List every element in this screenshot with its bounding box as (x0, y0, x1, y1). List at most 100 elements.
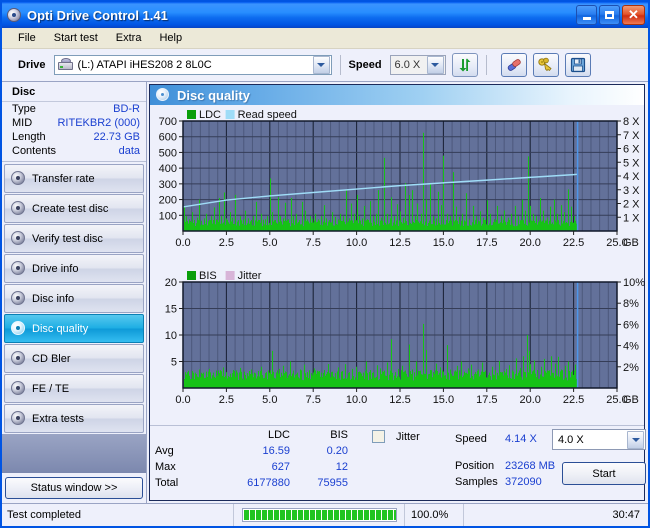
sidebar-item-extra-tests[interactable]: Extra tests (4, 404, 144, 433)
maximize-button[interactable] (599, 5, 620, 25)
app-disc-icon (6, 7, 22, 23)
disc-contents-value: data (118, 145, 140, 157)
sidebar-item-label: Drive info (32, 262, 79, 275)
disc-icon (11, 321, 26, 336)
svg-text:0.0: 0.0 (175, 394, 190, 406)
svg-text:0.0: 0.0 (175, 237, 190, 249)
progress-block (303, 510, 309, 520)
svg-text:10.0: 10.0 (346, 237, 367, 249)
refresh-button[interactable] (451, 53, 478, 77)
disc-icon (156, 88, 170, 102)
stats-avg-ldc: 16.59 (262, 445, 290, 457)
svg-text:GB: GB (623, 237, 639, 249)
svg-text:6 X: 6 X (623, 144, 640, 156)
sidebar-item-fe-te[interactable]: FE / TE (4, 374, 144, 403)
progress-block (381, 510, 387, 520)
status-window-button[interactable]: Status window >> (5, 477, 143, 499)
svg-text:2.5: 2.5 (219, 237, 234, 249)
charts-area: 100 200 300 400 500 600 700 1 X2 X 3 X 4 X 5 X6 X 7… (150, 105, 646, 425)
progress-block (387, 510, 393, 520)
disc-mid-value: RITEKBR2 (000) (57, 117, 140, 129)
speed-select[interactable]: 6.0 X (389, 55, 446, 75)
sidebar-item-cd-bler[interactable]: CD Bler (4, 344, 144, 373)
svg-text:12.5: 12.5 (389, 237, 410, 249)
close-button[interactable]: ✕ (622, 5, 645, 25)
menu-item-extra[interactable]: Extra (108, 30, 150, 46)
svg-text:10%: 10% (623, 277, 645, 289)
svg-text:4 X: 4 X (623, 171, 640, 183)
save-button[interactable] (564, 53, 591, 77)
stats-samples-label: Samples (455, 476, 498, 488)
drive-select[interactable]: (L:) ATAPI iHES208 2 8L0C (53, 55, 332, 75)
disc-icon (11, 231, 26, 246)
menu-item-file[interactable]: File (10, 30, 44, 46)
menu-item-start-test[interactable]: Start test (46, 30, 106, 46)
svg-text:7.5: 7.5 (306, 237, 321, 249)
keys-icon (537, 57, 552, 72)
sidebar-item-drive-info[interactable]: Drive info (4, 254, 144, 283)
speed-label: Speed (348, 59, 382, 71)
title-bar: Opti Drive Control 1.41 ✕ (2, 2, 648, 28)
progress-block (309, 510, 315, 520)
chevron-down-icon[interactable] (627, 430, 644, 449)
elapsed-time: 30:47 (612, 509, 640, 521)
stats-position-label: Position (455, 460, 495, 472)
jitter-label: Jitter (396, 431, 420, 443)
progress-block (243, 510, 249, 520)
svg-text:10: 10 (165, 330, 177, 342)
svg-text:20.0: 20.0 (519, 394, 540, 406)
progress-block (393, 510, 396, 520)
svg-text:4%: 4% (623, 341, 639, 353)
chevron-down-icon[interactable] (312, 56, 330, 74)
sidebar-item-disc-quality[interactable]: Disc quality (4, 314, 144, 343)
window-controls: ✕ (576, 5, 646, 25)
start-button[interactable]: Start (562, 462, 646, 485)
sidebar-item-transfer-rate[interactable]: Transfer rate (4, 164, 144, 193)
svg-text:2.5: 2.5 (219, 394, 234, 406)
svg-text:6%: 6% (623, 319, 639, 331)
jitter-checkbox[interactable] (372, 430, 385, 443)
panel-title: Disc quality (177, 87, 250, 103)
test-speed-value: 4.0 X (558, 433, 584, 446)
test-speed-select[interactable]: 4.0 X (552, 429, 646, 450)
close-icon: ✕ (628, 7, 639, 22)
sidebar-item-disc-info[interactable]: Disc info (4, 284, 144, 313)
chevron-down-icon[interactable] (426, 56, 444, 74)
svg-text:5.0: 5.0 (262, 394, 277, 406)
progress-block (255, 510, 261, 520)
svg-text:LDC: LDC (199, 109, 221, 121)
svg-text:7 X: 7 X (623, 130, 640, 142)
svg-text:12.5: 12.5 (389, 394, 410, 406)
toolbar: Drive (L:) ATAPI iHES208 2 8L0C Speed 6.… (2, 49, 648, 82)
window-title: Opti Drive Control 1.41 (27, 7, 168, 23)
erase-button[interactable] (500, 53, 527, 77)
disc-type-label: Type (12, 103, 36, 115)
stats-total-bis: 75955 (317, 477, 348, 489)
menu-item-help[interactable]: Help (151, 30, 190, 46)
tools-button[interactable] (532, 53, 559, 77)
chart-ldc-readspeed[interactable]: 100 200 300 400 500 600 700 1 X2 X 3 X 4 X 5 X6 X 7… (150, 107, 644, 268)
progress-block (351, 510, 357, 520)
sidebar-item-verify-test-disc[interactable]: Verify test disc (4, 224, 144, 253)
svg-text:15: 15 (165, 304, 177, 316)
optical-drive-icon (57, 58, 74, 72)
disc-row-type: Type BD-R (2, 102, 146, 116)
svg-text:3 X: 3 X (623, 185, 640, 197)
toolbar-separator-2 (485, 55, 487, 75)
svg-text:500: 500 (159, 147, 177, 159)
sidebar-item-label: Create test disc (32, 202, 109, 215)
progress-block (261, 510, 267, 520)
svg-text:7.5: 7.5 (306, 394, 321, 406)
refresh-arrows-icon (459, 58, 471, 72)
progress-track (241, 508, 397, 522)
sidebar-item-create-test-disc[interactable]: Create test disc (4, 194, 144, 223)
progress-block (345, 510, 351, 520)
minimize-button[interactable] (576, 5, 597, 25)
progress-block (279, 510, 285, 520)
chart-bis-jitter[interactable]: 5 10 15 20 2% 4% 6% 8% 10% 0.0 2.5 5.0 7.5 10.0 12.5 15… (150, 268, 645, 423)
progress-percent: 100.0% (404, 504, 464, 526)
svg-text:5 X: 5 X (623, 157, 640, 169)
stats-speed-label: Speed (455, 433, 487, 445)
disc-icon (11, 351, 26, 366)
svg-text:Jitter: Jitter (238, 270, 262, 282)
